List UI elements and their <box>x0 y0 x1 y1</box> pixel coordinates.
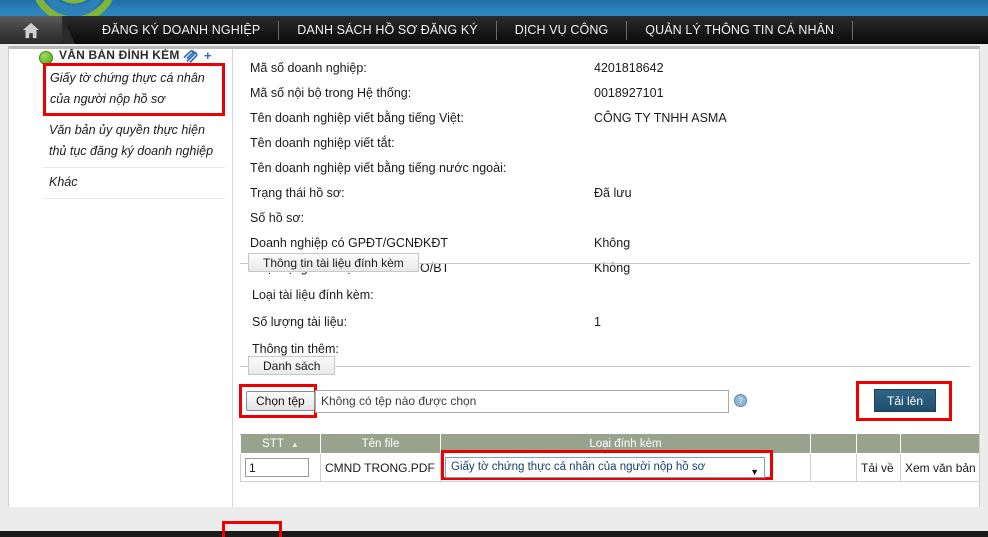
attachment-type-selected: Giấy tờ chứng thực cá nhân của người nộp… <box>451 461 706 473</box>
table-header-row: STT ▲ Tên file Loại đính kèm <box>240 434 979 454</box>
plus-icon[interactable]: + <box>204 49 212 63</box>
page-body: VĂN BẢN ĐÍNH KÈM + Giấy tờ chứng thực cá… <box>0 44 988 537</box>
info-label: Số lượng tài liệu: <box>252 315 348 329</box>
field-row: Mã số nội bộ trong Hệ thống: 0018927101 <box>234 81 979 106</box>
sidebar-item-list: Giấy tờ chứng thực cá nhân của người nộp… <box>43 63 225 199</box>
column-header-filename[interactable]: Tên file <box>320 434 441 454</box>
svg-text:?: ? <box>738 396 743 405</box>
info-value <box>594 342 970 357</box>
files-table-wrapper: STT ▲ Tên file Loại đính kèm 1 CMND TRON… <box>240 434 979 482</box>
nav-item-dich-vu-cong[interactable]: DỊCH VỤ CÔNG <box>497 16 627 44</box>
field-value: Đã lưu <box>594 186 632 200</box>
column-header-blank-3 <box>900 434 979 454</box>
sidebar-header-actions: + <box>181 49 212 63</box>
field-value: 4201818642 <box>594 61 664 75</box>
nav-item-quan-ly-thong-tin[interactable]: QUẢN LÝ THÔNG TIN CÁ NHÂN <box>627 16 852 44</box>
field-label: Doanh nghiệp có GPĐT/GCNĐKĐT <box>250 236 448 250</box>
sidebar-item-khac[interactable]: Khác <box>43 168 225 199</box>
field-row: Tên doanh nghiệp viết bằng tiếng nước ng… <box>234 156 979 181</box>
attachment-info-body: Loại tài liệu đính kèm: Số lượng tài liệ… <box>240 264 970 363</box>
attachment-type-select[interactable]: Giấy tờ chứng thực cá nhân của người nộp… <box>445 457 765 478</box>
cell-view-link[interactable]: Xem văn bản đính kèm <box>900 453 979 482</box>
main-navigation: ĐĂNG KÝ DOANH NGHIỆP DANH SÁCH HỒ SƠ ĐĂN… <box>0 16 988 44</box>
footer-gap <box>0 507 988 531</box>
field-label: Tên doanh nghiệp viết bằng tiếng Việt: <box>250 111 464 125</box>
field-label: Tên doanh nghiệp viết tắt: <box>250 136 395 150</box>
info-value <box>594 288 970 303</box>
nav-separator <box>852 20 854 40</box>
field-label: Mã số nội bộ trong Hệ thống: <box>250 86 412 100</box>
chevron-down-icon: ▼ <box>750 467 759 477</box>
cell-filename: CMND TRONG.PDF <box>320 453 441 482</box>
table-row: CMND TRONG.PDF Giấy tờ chứng thực cá nhâ… <box>240 450 979 482</box>
home-button[interactable] <box>0 16 75 44</box>
field-row: Tên doanh nghiệp viết tắt: <box>234 131 979 156</box>
detail-pane: Mã số doanh nghiệp: 4201818642 Mã số nội… <box>234 49 979 510</box>
cell-attachment-type: Giấy tờ chứng thực cá nhân của người nộp… <box>440 450 811 482</box>
field-row: Trạng thái hồ sơ: Đã lưu <box>234 181 979 206</box>
file-list-legend: Danh sách <box>248 356 336 375</box>
selected-file-display[interactable]: Không có tệp nào được chọn <box>315 390 729 413</box>
sidebar-header-label: VĂN BẢN ĐÍNH KÈM <box>59 48 180 62</box>
file-list-group: Danh sách Chọn tệp Không có tệp nào được… <box>239 356 970 421</box>
attachment-info-group: Thông tin tài liệu đính kèm Loại tài liệ… <box>240 253 970 363</box>
help-icon[interactable]: ? <box>734 394 747 407</box>
column-header-blank-1 <box>810 434 857 454</box>
column-header-stt-label: STT <box>262 438 284 450</box>
files-table: STT ▲ Tên file Loại đính kèm 1 CMND TRON… <box>240 434 979 482</box>
content-card: VĂN BẢN ĐÍNH KÈM + Giấy tờ chứng thực cá… <box>8 46 980 511</box>
info-row: Loại tài liệu đính kèm: <box>240 282 970 309</box>
upload-button[interactable]: Tải lên <box>874 389 936 412</box>
field-value <box>594 136 979 151</box>
field-value: Không <box>594 236 631 250</box>
sort-asc-icon[interactable]: ▲ <box>291 440 299 449</box>
sidebar-item-giay-to-chung-thuc[interactable]: Giấy tờ chứng thực cá nhân của người nộp… <box>43 63 225 116</box>
info-row: Số lượng tài liệu: 1 <box>240 309 970 336</box>
field-row: Số hồ sơ: <box>234 206 979 231</box>
choose-file-button[interactable]: Chọn tệp <box>246 391 315 411</box>
info-label: Thông tin thêm: <box>252 342 339 356</box>
column-header-blank-2 <box>856 434 901 454</box>
group-border <box>240 366 970 367</box>
paperclip-icon[interactable] <box>181 49 198 63</box>
field-row: Mã số doanh nghiệp: 4201818642 <box>234 56 979 81</box>
upload-row: Chọn tệp Không có tệp nào được chọn ? Tả… <box>239 381 970 421</box>
attachment-info-legend: Thông tin tài liệu đính kèm <box>248 253 419 272</box>
field-label: Trạng thái hồ sơ: <box>250 186 345 200</box>
cell-stt <box>240 453 321 482</box>
info-value: 1 <box>594 315 601 329</box>
sidebar-item-van-ban-uy-quyen[interactable]: Văn bản ủy quyền thực hiện thủ tục đăng … <box>43 116 225 168</box>
field-label: Mã số doanh nghiệp: <box>250 61 367 75</box>
info-row: Thông tin thêm: <box>240 336 970 363</box>
column-header-stt[interactable]: STT ▲ <box>240 434 321 454</box>
nav-item-dang-ky-doanh-nghiep[interactable]: ĐĂNG KÝ DOANH NGHIỆP <box>84 16 278 44</box>
info-label: Loại tài liệu đính kèm: <box>252 288 374 302</box>
field-value <box>594 161 979 176</box>
top-banner <box>0 0 988 24</box>
cell-blank <box>810 453 857 482</box>
nav-item-list: ĐĂNG KÝ DOANH NGHIỆP DANH SÁCH HỒ SƠ ĐĂN… <box>84 16 854 44</box>
home-icon <box>22 22 40 39</box>
field-value: CÔNG TY TNHH ASMA <box>594 111 727 125</box>
stt-input[interactable] <box>245 458 309 477</box>
field-row: Tên doanh nghiệp viết bằng tiếng Việt: C… <box>234 106 979 131</box>
cell-download-link[interactable]: Tải về <box>856 453 901 482</box>
column-header-type[interactable]: Loại đính kèm <box>440 434 811 454</box>
field-label: Tên doanh nghiệp viết bằng tiếng nước ng… <box>250 161 507 175</box>
field-label: Số hồ sơ: <box>250 211 305 225</box>
attachment-sidebar: VĂN BẢN ĐÍNH KÈM + Giấy tờ chứng thực cá… <box>9 48 233 510</box>
company-info-fields: Mã số doanh nghiệp: 4201818642 Mã số nội… <box>234 56 979 281</box>
nav-item-danh-sach-ho-so[interactable]: DANH SÁCH HỒ SƠ ĐĂNG KÝ <box>279 16 495 44</box>
footer-strip <box>0 531 988 537</box>
field-value: 0018927101 <box>594 86 664 100</box>
field-value <box>594 211 979 226</box>
application-window: ĐĂNG KÝ DOANH NGHIỆP DANH SÁCH HỒ SƠ ĐĂN… <box>0 0 988 537</box>
